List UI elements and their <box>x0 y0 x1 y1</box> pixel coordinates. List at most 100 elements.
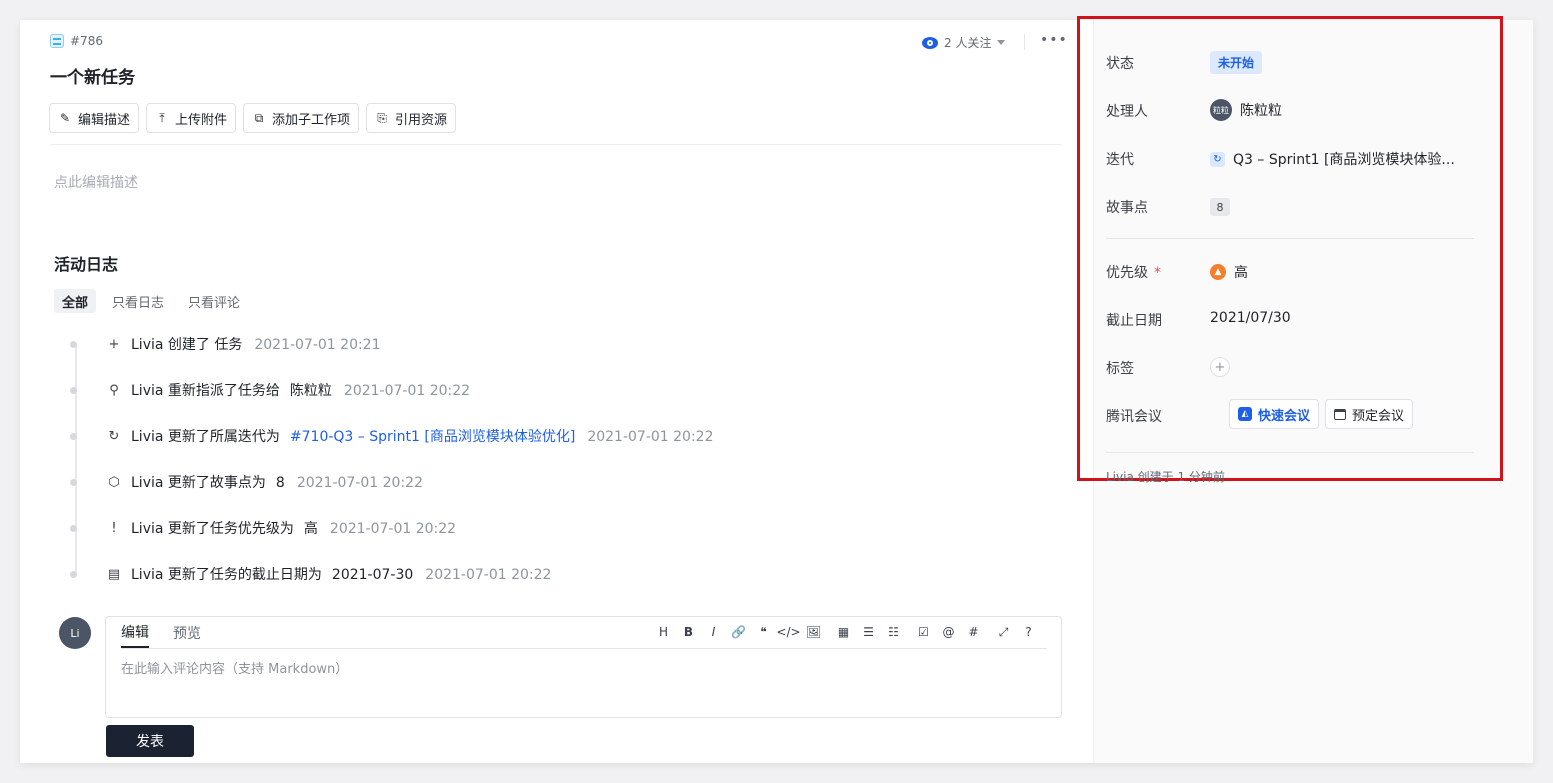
divider <box>50 144 1062 145</box>
log-message: Livia 更新了任务的截止日期为 <box>131 567 322 583</box>
add-subtask-button[interactable]: ⧉ 添加子工作项 <box>243 103 360 133</box>
watch-label: 2 人关注 <box>944 36 992 50</box>
log-text: Livia 更新了故事点为 8 2021-07-01 20:22 <box>131 472 423 492</box>
upload-attachment-button[interactable]: ⤒ 上传附件 <box>146 103 237 133</box>
fullscreen-icon[interactable]: ⤢ <box>991 625 1016 640</box>
due-date-field[interactable]: 2021/07/30 <box>1210 310 1291 326</box>
filter-all[interactable]: 全部 <box>54 289 97 313</box>
cube-icon: ⬡ <box>108 474 120 490</box>
iteration-label: 迭代 <box>1106 152 1134 168</box>
status-label: 状态 <box>1106 56 1134 72</box>
comment-editor: 编辑 预览 H B I 🔗 ❝ </> 🖼 ▦ ☰ ☷ ☑ @ # ⤢? 在此输入评论内容（支持 Mark… <box>105 616 1062 718</box>
chevron-down-icon <box>997 40 1006 45</box>
quick-meeting-label: 快速会议 <box>1258 408 1311 424</box>
log-text: Livia 重新指派了任务给 陈粒粒 2021-07-01 20:22 <box>131 380 470 400</box>
iteration-icon: ↻ <box>1210 151 1225 167</box>
mention-icon[interactable]: @ <box>936 625 961 640</box>
divider <box>1106 452 1474 453</box>
publish-button[interactable]: 发表 <box>106 725 194 757</box>
timeline-dot <box>70 341 77 348</box>
story-points-label: 故事点 <box>1106 200 1148 216</box>
reference-resource-button[interactable]: ⎘ 引用资源 <box>366 103 457 133</box>
assignee-value: 陈粒粒 <box>1240 103 1282 119</box>
log-text: Livia 更新了所属迭代为 #710-Q3 – Sprint1 [商品浏览模块体… <box>131 426 713 446</box>
schedule-meeting-label: 预定会议 <box>1352 408 1405 424</box>
bullet-list-icon[interactable]: ☷ <box>881 625 906 640</box>
task-type-icon <box>50 34 64 48</box>
activity-title: 活动日志 <box>54 255 119 274</box>
checkbox-icon[interactable]: ☑ <box>911 625 936 640</box>
log-time: 2021-07-01 20:22 <box>296 475 423 491</box>
story-points-badge: 8 <box>1210 198 1230 216</box>
upload-icon: ⤒ <box>159 110 165 125</box>
italic-icon[interactable]: I <box>701 625 726 640</box>
timeline-dot <box>70 387 77 394</box>
log-text: Livia 创建了 任务 2021-07-01 20:21 <box>131 334 381 354</box>
divider <box>1106 238 1474 239</box>
log-value: 高 <box>303 521 318 537</box>
calendar-icon: ▤ <box>107 566 121 582</box>
log-time: 2021-07-01 20:22 <box>329 521 457 537</box>
upload-attachment-label: 上传附件 <box>175 112 228 128</box>
pencil-icon: ✎ <box>59 111 71 125</box>
priority-field[interactable]: ▲ 高 <box>1210 262 1248 282</box>
timeline-dot <box>70 525 77 532</box>
comment-input[interactable]: 在此输入评论内容（支持 Markdown） <box>121 658 348 677</box>
hashtag-icon[interactable]: # <box>961 625 986 640</box>
timeline-dot <box>70 571 77 578</box>
iteration-field[interactable]: ↻ Q3 – Sprint1 [商品浏览模块体验... <box>1210 149 1455 169</box>
bold-icon[interactable]: B <box>676 625 701 640</box>
heading-icon[interactable]: H <box>651 625 676 640</box>
log-value: 8 <box>275 475 285 491</box>
story-points-field[interactable]: 8 <box>1210 198 1230 216</box>
table-icon[interactable]: ▦ <box>831 625 856 640</box>
exclamation-icon: ! <box>111 520 117 536</box>
quote-icon[interactable]: ❝ <box>751 625 776 640</box>
log-time: 2021-07-01 20:22 <box>343 383 471 399</box>
quote-icon: ⎘ <box>377 110 387 125</box>
status-badge[interactable]: 未开始 <box>1210 51 1263 74</box>
edit-description-button[interactable]: ✎ 编辑描述 <box>49 103 140 133</box>
quick-meeting-button[interactable]: ◭ 快速会议 <box>1229 399 1320 429</box>
tags-label: 标签 <box>1106 361 1134 377</box>
calendar-icon <box>1334 408 1347 420</box>
editor-tabs: 编辑 预览 <box>121 617 201 648</box>
assignee-field[interactable]: 粒粒 陈粒粒 <box>1210 99 1282 121</box>
user-icon: ⚲ <box>109 382 119 398</box>
priority-high-icon: ▲ <box>1210 264 1226 280</box>
ordered-list-icon[interactable]: ☰ <box>856 625 881 640</box>
add-tag-button[interactable]: + <box>1210 357 1230 377</box>
divider <box>1024 34 1025 50</box>
action-toolbar: ✎ 编辑描述 ⤒ 上传附件 ⧉ 添加子工作项 ⎘ 引用资源 <box>49 103 457 133</box>
meeting-field: ◭ 快速会议 预定会议 <box>1229 399 1414 429</box>
meeting-label: 腾讯会议 <box>1106 409 1162 425</box>
log-message: Livia 更新了故事点为 <box>131 475 266 491</box>
required-mark: * <box>1154 265 1161 281</box>
filter-logs[interactable]: 只看日志 <box>104 289 172 313</box>
edit-description-label: 编辑描述 <box>78 112 131 128</box>
iteration-link[interactable]: #710-Q3 – Sprint1 [商品浏览模块体验优化] <box>290 429 575 445</box>
watch-button[interactable]: 2 人关注 <box>922 34 1006 51</box>
log-message: Livia 重新指派了任务给 <box>131 383 280 399</box>
schedule-meeting-button[interactable]: 预定会议 <box>1325 399 1414 429</box>
log-time: 2021-07-01 20:22 <box>587 429 714 445</box>
filter-comments[interactable]: 只看评论 <box>180 289 248 313</box>
reference-resource-label: 引用资源 <box>395 112 448 128</box>
tab-edit[interactable]: 编辑 <box>121 617 149 648</box>
description-placeholder[interactable]: 点此编辑描述 <box>54 172 138 192</box>
tab-preview[interactable]: 预览 <box>173 617 201 648</box>
eye-icon <box>922 36 938 49</box>
link-icon[interactable]: 🔗 <box>726 625 751 640</box>
status-field[interactable]: 未开始 <box>1210 51 1263 74</box>
page-title: 一个新任务 <box>50 68 135 88</box>
editor-toolbar: H B I 🔗 ❝ </> 🖼 ▦ ☰ ☷ ☑ @ # ⤢? <box>651 625 1041 640</box>
plus-icon: + <box>108 336 120 352</box>
code-icon[interactable]: </> <box>776 625 801 640</box>
log-message: Livia 更新了所属迭代为 <box>131 429 280 445</box>
meeting-icon: ◭ <box>1238 407 1252 421</box>
log-message: Livia 创建了 任务 <box>131 337 243 353</box>
image-icon[interactable]: 🖼 <box>801 625 826 640</box>
priority-label: 优先级 * <box>1106 262 1161 282</box>
help-icon[interactable]: ? <box>1016 625 1041 640</box>
more-icon[interactable]: ••• <box>1040 32 1068 48</box>
